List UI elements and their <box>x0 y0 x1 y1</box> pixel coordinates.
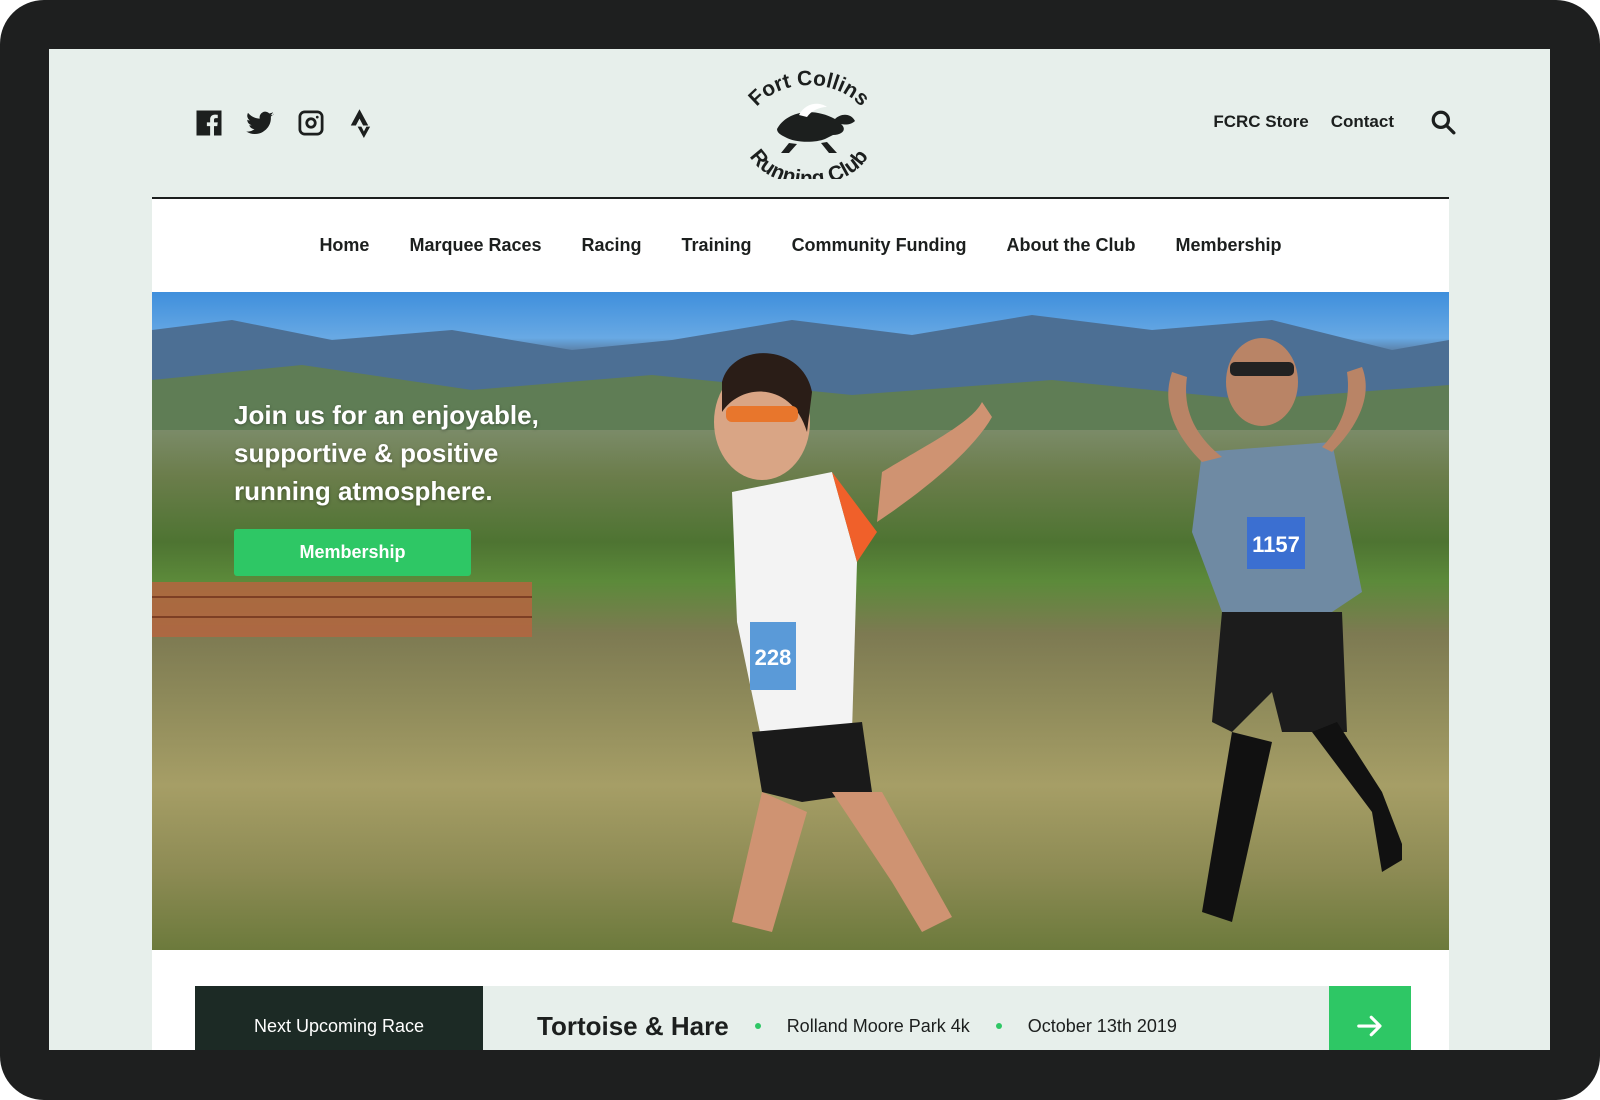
twitter-icon[interactable] <box>244 107 275 138</box>
arrow-right-icon <box>1357 1015 1382 1037</box>
bib-number-left: 228 <box>755 645 792 670</box>
nav-membership[interactable]: Membership <box>1176 235 1282 256</box>
membership-button[interactable]: Membership <box>234 529 471 576</box>
strava-icon[interactable] <box>346 107 377 138</box>
contact-link[interactable]: Contact <box>1331 112 1394 132</box>
instagram-icon[interactable] <box>295 107 326 138</box>
tortoise-hare-mark <box>777 103 855 153</box>
race-label: Next Upcoming Race <box>195 986 483 1050</box>
club-logo[interactable]: Fort Collins Running Club <box>729 67 889 190</box>
svg-text:Fort Collins: Fort Collins <box>744 69 874 111</box>
nav-marquee-races[interactable]: Marquee Races <box>409 235 541 256</box>
race-arrow-button[interactable] <box>1329 986 1411 1050</box>
search-icon[interactable] <box>1430 109 1456 135</box>
social-links <box>193 107 377 138</box>
runner-woman: 228 <box>714 353 992 932</box>
separator-dot <box>754 1023 761 1029</box>
store-link[interactable]: FCRC Store <box>1213 112 1308 132</box>
browser-screen: Fort Collins Running Club FCRC Store Con… <box>49 49 1550 1050</box>
utility-links: FCRC Store Contact <box>1213 109 1456 135</box>
bib-number-right: 1157 <box>1252 532 1300 557</box>
nav-training[interactable]: Training <box>682 235 752 256</box>
nav-racing[interactable]: Racing <box>582 235 642 256</box>
svg-text:Running Club: Running Club <box>745 145 872 179</box>
nav-community-funding[interactable]: Community Funding <box>792 235 967 256</box>
facebook-icon[interactable] <box>193 107 224 138</box>
orange-fence <box>152 582 532 637</box>
device-frame: Fort Collins Running Club FCRC Store Con… <box>0 0 1600 1100</box>
hero-headline: Join us for an enjoyable, supportive & p… <box>234 400 539 506</box>
nav-about-the-club[interactable]: About the Club <box>1007 235 1136 256</box>
main-nav: Home Marquee Races Racing Training Commu… <box>152 199 1449 292</box>
race-info[interactable]: Tortoise & Hare Rolland Moore Park 4k Oc… <box>483 986 1329 1050</box>
logo-line1: Fort Collins <box>744 67 874 111</box>
separator-dot <box>995 1023 1002 1029</box>
logo-line2: Running Club <box>745 145 872 190</box>
race-date: October 13th 2019 <box>1027 1015 1177 1036</box>
upcoming-race-bar: Next Upcoming Race Tortoise & Hare Rolla… <box>195 986 1411 1050</box>
hero-banner: 228 1157 Join us for an enjoyable, suppo… <box>152 292 1449 950</box>
nav-home[interactable]: Home <box>319 235 369 256</box>
main-panel: Home Marquee Races Racing Training Commu… <box>152 197 1449 1050</box>
race-location: Rolland Moore Park 4k <box>786 1015 970 1036</box>
runner-man: 1157 <box>1168 338 1402 922</box>
race-name: Tortoise & Hare <box>537 1010 729 1041</box>
